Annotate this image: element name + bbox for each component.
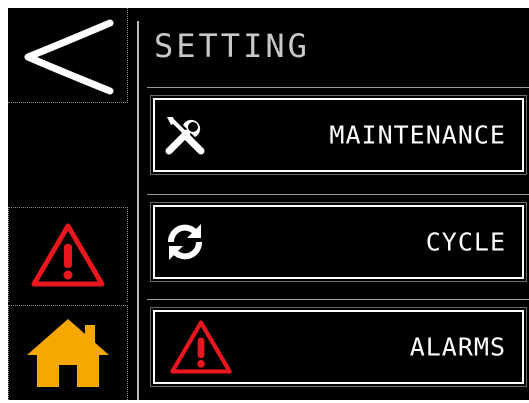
cycle-button[interactable]: CYCLE	[150, 202, 527, 282]
maintenance-button[interactable]: MAINTENANCE	[150, 95, 527, 175]
home-button[interactable]	[8, 305, 128, 400]
back-button[interactable]	[8, 8, 128, 103]
menu-divider-2	[147, 299, 529, 300]
refresh-icon	[168, 224, 202, 260]
sidebar-alarm-button[interactable]	[8, 207, 128, 302]
alarms-button[interactable]: ALARMS	[150, 307, 527, 387]
warning-icon	[170, 320, 232, 374]
cycle-label: CYCLE	[425, 227, 506, 257]
wrench-screwdriver-icon	[165, 117, 205, 155]
menu-divider-1	[147, 194, 529, 195]
back-arrow-icon	[24, 19, 113, 95]
alarms-label: ALARMS	[409, 332, 506, 362]
header-divider	[147, 87, 529, 88]
sidebar-divider	[137, 21, 139, 400]
page-title: SETTING	[154, 27, 310, 65]
home-icon	[27, 319, 109, 387]
maintenance-label: MAINTENANCE	[329, 120, 506, 150]
warning-icon	[31, 223, 105, 287]
screen: SETTING MAINTENANCE CYCLE ALARMS	[8, 8, 529, 400]
